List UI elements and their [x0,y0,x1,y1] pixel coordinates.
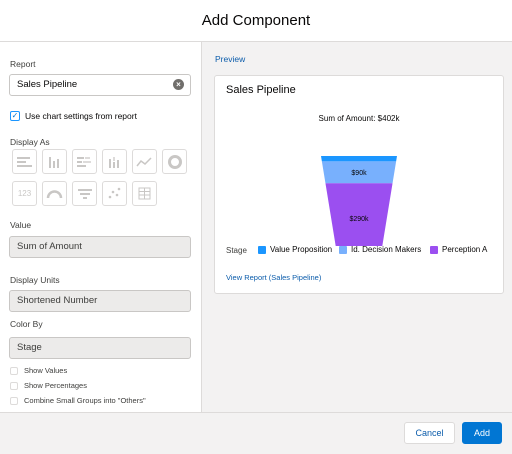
combine-small-groups-checkbox[interactable] [10,397,18,405]
show-percentages-checkbox[interactable] [10,382,18,390]
funnel-data-label: $290k [349,216,369,223]
report-value: Sales Pipeline [17,79,78,90]
color-by-field: Stage [9,337,191,359]
show-values-checkbox[interactable] [10,367,18,375]
modal-title: Add Component [201,12,311,29]
preview-panel: Preview Sales Pipeline Sum of Amount: $4… [202,42,512,412]
horizontal-bar-chart-icon[interactable] [12,149,37,174]
report-lookup-field[interactable]: Sales Pipeline × [9,74,191,96]
value-field: Sum of Amount [9,236,191,258]
scatter-chart-icon[interactable] [102,181,127,206]
settings-panel: Report Sales Pipeline × ✓ Use chart sett… [0,42,202,412]
preview-label: Preview [215,54,246,64]
display-as-label: Display As [10,137,50,147]
stacked-vertical-bar-chart-icon[interactable] [102,149,127,174]
legend-swatch [430,245,438,254]
modal-header: Add Component [0,0,512,42]
use-chart-settings-label: Use chart settings from report [25,111,137,121]
legend-item: Perception A [430,245,487,254]
funnel-chart-icon[interactable] [72,181,97,206]
display-units-field: Shortened Number [9,290,191,312]
display-units-label: Display Units [10,275,60,285]
vertical-bar-chart-icon[interactable] [42,149,67,174]
funnel-stage [321,156,397,162]
donut-chart-icon[interactable] [162,149,187,174]
modal-footer: Cancel Add [0,412,512,454]
stacked-horizontal-bar-chart-icon[interactable] [72,149,97,174]
card-title: Sales Pipeline [226,84,296,96]
metric-icon-text: 123 [17,189,32,198]
add-button[interactable]: Add [462,422,502,444]
gauge-icon[interactable] [42,181,67,206]
use-chart-settings-checkbox[interactable]: ✓ [10,111,20,121]
metric-icon[interactable]: 123 [12,181,37,206]
clear-icon[interactable]: × [173,79,184,90]
funnel-chart: $90k $290k [321,156,397,246]
value-label: Value [10,220,32,230]
color-by-label: Color By [10,319,43,329]
legend-item-label: Value Proposition [270,245,333,254]
legend-item-label: Perception A [442,245,488,254]
chart-title: Sum of Amount: $402k [318,114,400,123]
view-report-link[interactable]: View Report (Sales Pipeline) [226,273,321,282]
show-values-label: Show Values [24,366,68,375]
show-percentages-label: Show Percentages [24,381,87,390]
report-label: Report [10,59,36,69]
legend-swatch [258,245,266,254]
funnel-stage [325,183,393,246]
funnel-data-label: $90k [351,170,367,177]
line-chart-icon[interactable] [132,149,157,174]
preview-card: Sales Pipeline Sum of Amount: $402k $90k… [214,75,504,294]
add-component-modal: Add Component Report Sales Pipeline × ✓ … [0,0,512,454]
legend-title: Stage [226,246,247,255]
legend-item: Value Proposition [258,245,332,254]
combine-small-groups-label: Combine Small Groups into "Others" [24,396,146,405]
legend-item: Id. Decision Makers [339,245,421,254]
legend-item-label: Id. Decision Makers [351,245,422,254]
table-icon[interactable] [132,181,157,206]
cancel-button[interactable]: Cancel [404,422,455,444]
legend-swatch [339,245,347,254]
